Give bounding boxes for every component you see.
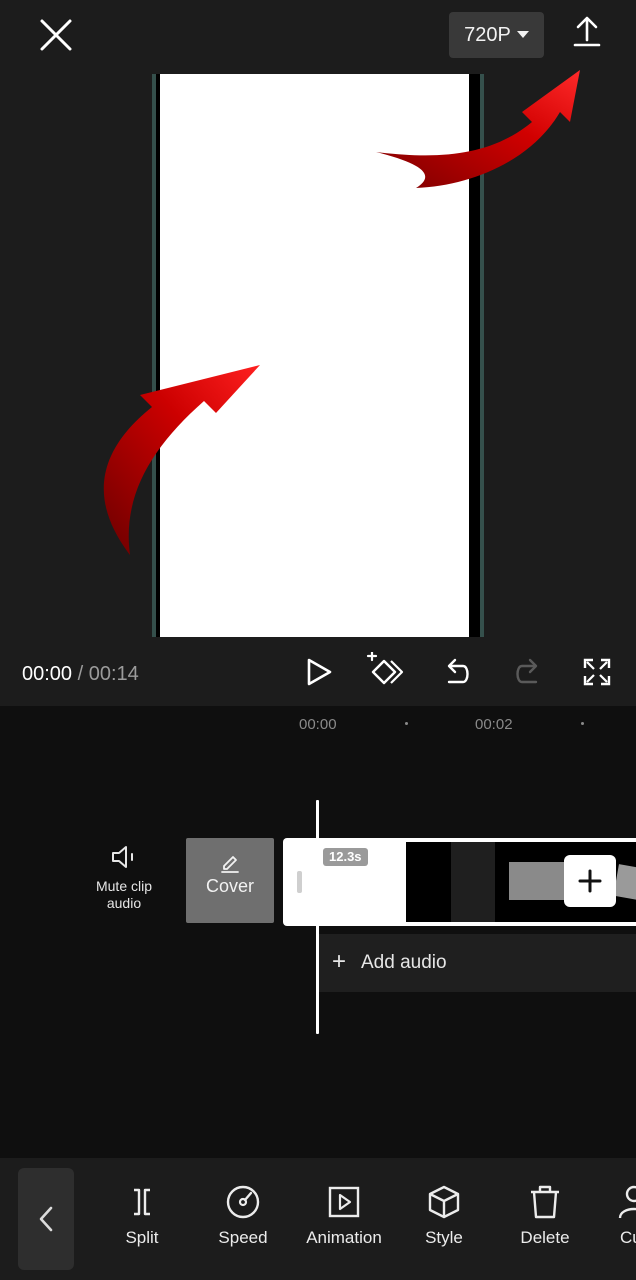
add-audio-label: Add audio <box>361 952 447 973</box>
style-label: Style <box>425 1228 463 1247</box>
delete-icon <box>531 1185 559 1219</box>
undo-icon <box>447 658 469 684</box>
resolution-dropdown[interactable]: 720P <box>449 12 544 58</box>
time-separator: / <box>72 663 89 685</box>
undo-button[interactable] <box>437 652 477 692</box>
delete-label: Delete <box>520 1228 570 1247</box>
fullscreen-button[interactable] <box>577 652 617 692</box>
clip-duration-badge: 12.3s <box>323 848 368 866</box>
cutout-tool[interactable]: Cu <box>606 1178 636 1258</box>
cover-label: Cover <box>205 876 254 896</box>
animation-tool[interactable]: Animation <box>298 1178 390 1258</box>
mute-label: Mute clip audio <box>95 878 153 911</box>
red-arrow-pointing-to-preview <box>103 365 261 555</box>
red-arrow-pointing-to-export <box>376 70 580 188</box>
style-cube-icon <box>428 1185 460 1219</box>
ruler-timestamp: 00:00 <box>299 716 337 733</box>
speed-icon <box>226 1185 260 1219</box>
style-tool[interactable]: Style <box>399 1178 489 1258</box>
clip-thumbnail <box>451 842 495 922</box>
edit-pencil-icon <box>221 856 239 873</box>
animation-icon <box>328 1186 360 1218</box>
cutout-label: Cu <box>620 1228 636 1247</box>
plus-icon <box>578 869 602 893</box>
clip-thumbnail <box>406 842 451 922</box>
clip-trim-handle[interactable] <box>297 871 302 893</box>
speed-tool[interactable]: Speed <box>198 1178 288 1258</box>
speed-label: Speed <box>218 1228 268 1247</box>
delete-tool[interactable]: Delete <box>500 1178 590 1258</box>
chevron-down-icon <box>516 31 529 38</box>
keyframe-icon <box>366 650 404 685</box>
add-clip-button[interactable] <box>564 855 616 907</box>
ruler-timestamp: 00:02 <box>475 716 513 733</box>
ruler-tick <box>581 722 584 725</box>
export-button[interactable] <box>566 10 608 50</box>
play-button[interactable] <box>299 652 339 692</box>
playhead[interactable] <box>316 800 319 1034</box>
split-tool[interactable]: Split <box>97 1178 187 1258</box>
speaker-icon <box>112 846 133 868</box>
redo-icon <box>516 658 538 684</box>
cover-button[interactable]: Cover <box>186 838 274 923</box>
time-readout: 00:00 / 00:14 <box>22 660 139 688</box>
fullscreen-icon <box>583 658 611 686</box>
keyframe-button[interactable] <box>364 650 408 692</box>
split-icon <box>134 1188 150 1216</box>
close-button[interactable] <box>30 12 82 58</box>
split-label: Split <box>125 1228 159 1247</box>
cutout-icon <box>618 1185 636 1219</box>
animation-label: Animation <box>306 1228 382 1247</box>
chevron-left-icon <box>39 1206 53 1232</box>
ruler-tick <box>405 722 408 725</box>
back-button[interactable] <box>18 1168 74 1270</box>
redo-button <box>508 652 548 692</box>
play-icon <box>307 658 332 686</box>
mute-clip-audio-button[interactable]: Mute clip audio <box>82 842 166 928</box>
resolution-label: 720P <box>464 23 511 46</box>
total-time: 00:14 <box>88 663 139 685</box>
export-upload-icon <box>573 16 601 47</box>
close-icon <box>40 19 72 51</box>
plus-icon: + <box>332 948 347 975</box>
current-time: 00:00 <box>22 663 73 685</box>
